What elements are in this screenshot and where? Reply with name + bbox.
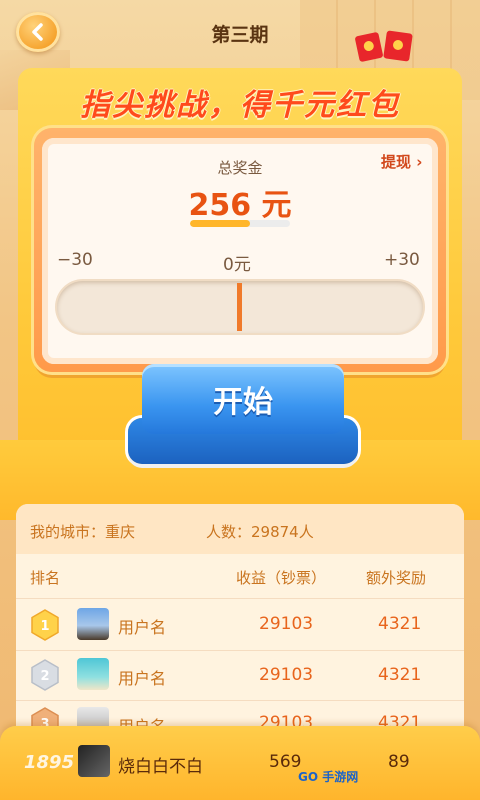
slogan: 指尖挑战，得千元红包: [80, 88, 400, 123]
start-button[interactable]: 开始: [128, 364, 358, 468]
start-button-label: 开始: [213, 385, 273, 420]
rank-column-header: 排名: [30, 569, 61, 587]
prize-amount: 256 元: [188, 188, 292, 223]
rank-number: 1: [40, 619, 49, 634]
prize-progress-fill: [190, 220, 250, 227]
site-watermark: GO 手游网: [298, 770, 359, 784]
divider: [16, 700, 464, 701]
avatar: [77, 608, 109, 640]
slider-mid-label: 0元: [223, 255, 251, 275]
silver-badge-icon: 2: [31, 659, 59, 691]
my-avatar: [78, 745, 110, 777]
city-label: 我的城市：重庆: [30, 523, 136, 541]
earnings-value: 29103: [259, 665, 314, 685]
withdraw-link[interactable]: 提现 ›: [381, 151, 422, 172]
my-name: 烧白白不白: [118, 757, 203, 777]
bonus-column-header: 额外奖励: [366, 569, 427, 587]
bonus-value: 4321: [378, 614, 422, 634]
rank-number: 2: [40, 669, 49, 684]
slider-marker: [237, 283, 242, 331]
slider-min-label: −30: [57, 250, 93, 270]
gold-badge-icon: 1: [31, 609, 59, 641]
my-earnings: 569: [269, 752, 302, 772]
divider: [16, 598, 464, 599]
my-bonus: 89: [388, 752, 410, 772]
my-rank-number: 1895: [24, 752, 75, 773]
user-name: 用户名: [118, 618, 167, 637]
avatar: [77, 658, 109, 690]
earnings-value: 29103: [259, 614, 314, 634]
bonus-value: 4321: [378, 665, 422, 685]
divider: [16, 650, 464, 651]
player-count: 人数：29874人: [206, 523, 314, 541]
earnings-column-header: 收益（钞票）: [236, 569, 327, 587]
red-packet-decoration: [355, 30, 413, 62]
prize-progress-bar: [190, 220, 290, 227]
start-button-top: 开始: [142, 364, 344, 434]
slider-max-label: +30: [384, 250, 420, 270]
user-name: 用户名: [118, 669, 167, 688]
